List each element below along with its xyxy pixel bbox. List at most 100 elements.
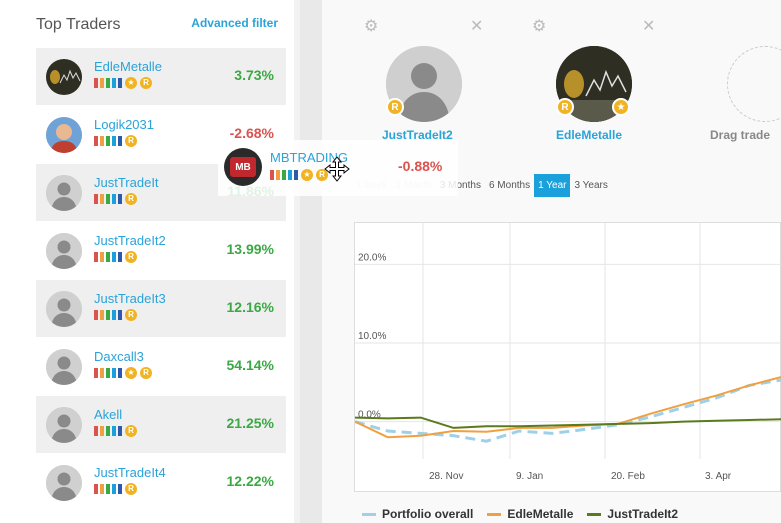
slot1-settings-gear-icon[interactable]: ⚙ [364, 16, 378, 36]
badge-bar [118, 78, 122, 88]
badge-bar [94, 78, 98, 88]
rating-badge-icon: R [125, 135, 137, 147]
trader-name[interactable]: JustTradeIt [94, 175, 159, 190]
badge-bar [100, 426, 104, 436]
badge-bar [118, 194, 122, 204]
trader-avatar[interactable] [46, 349, 82, 385]
star-badge-icon: ★ [125, 367, 137, 379]
trader-avatar[interactable] [46, 175, 82, 211]
trader-return-pct: 13.99% [226, 241, 274, 257]
rating-badge-icon: R [140, 77, 152, 89]
trader-avatar[interactable] [46, 465, 82, 501]
top-traders-panel: Top Traders Advanced filter EdleMetalle ★… [0, 0, 294, 523]
dragged-trader-pct: -0.88% [398, 158, 443, 174]
badge-bar [94, 136, 98, 146]
badge-bar [100, 368, 104, 378]
badge-bar [106, 310, 110, 320]
badge-bar [118, 252, 122, 262]
series-line [354, 376, 781, 439]
trader-name[interactable]: JustTradeIt2 [94, 233, 166, 248]
badge-bar [270, 170, 274, 180]
trader-row[interactable]: JustTradeIt4 R 12.22% [36, 454, 286, 511]
trader-badges: R [94, 251, 137, 263]
legend-label: EdleMetalle [507, 507, 574, 521]
top-traders-header: Top Traders Advanced filter [36, 14, 286, 36]
app-root: Top Traders Advanced filter EdleMetalle ★… [0, 0, 781, 523]
x-tick-label: 28. Nov [429, 471, 463, 482]
badge-bar [112, 310, 116, 320]
legend-swatch [487, 513, 502, 517]
range-option[interactable]: 1 Year [534, 173, 571, 197]
trader-badges: ★ R [94, 367, 152, 379]
slot2-star-badge-icon: ★ [612, 98, 630, 116]
trader-name[interactable]: JustTradeIt3 [94, 291, 166, 306]
trader-avatar[interactable] [46, 233, 82, 269]
star-badge-icon: ★ [125, 77, 137, 89]
trader-name[interactable]: EdleMetalle [94, 59, 162, 74]
badge-bar [106, 194, 110, 204]
badge-bar [100, 194, 104, 204]
star-badge-icon: ★ [301, 169, 313, 181]
badge-bar [118, 310, 122, 320]
badge-bar [106, 136, 110, 146]
rating-badge-icon: R [125, 483, 137, 495]
badge-bar [112, 78, 116, 88]
slot2-close-icon[interactable]: ✕ [642, 16, 655, 36]
performance-chart: 20.0% 10.0% 0.0% 28. Nov 9. Jan 20. Feb 3. Apr [354, 222, 781, 492]
trader-row[interactable]: JustTradeIt3 R 12.16% [36, 280, 286, 337]
rating-badge-icon: R [125, 251, 137, 263]
legend-label: Portfolio overall [382, 507, 474, 521]
badge-bar [106, 252, 110, 262]
legend-item[interactable]: EdleMetalle [487, 507, 573, 521]
trader-row[interactable]: JustTradeIt2 R 13.99% [36, 222, 286, 279]
trader-badges: R [94, 135, 137, 147]
badge-bar [94, 426, 98, 436]
legend-item[interactable]: JustTradeIt2 [587, 507, 678, 521]
trader-badges: R [94, 483, 137, 495]
person-silhouette-icon [46, 233, 82, 269]
trader-name[interactable]: Daxcall3 [94, 349, 144, 364]
dragged-badges: ★ R [270, 169, 328, 181]
badge-bar [112, 368, 116, 378]
badge-bar [112, 252, 116, 262]
trader-badges: ★ R [94, 77, 152, 89]
advanced-filter-link[interactable]: Advanced filter [191, 16, 278, 30]
trader-row[interactable]: Akell R 21.25% [36, 396, 286, 453]
range-option[interactable]: 6 Months [485, 174, 534, 197]
badge-bar [294, 170, 298, 180]
slot1-close-icon[interactable]: ✕ [470, 16, 483, 36]
trader-avatar[interactable] [46, 407, 82, 443]
trader-return-pct: -2.68% [229, 125, 274, 141]
badge-bar [94, 310, 98, 320]
trader-avatar[interactable] [46, 291, 82, 327]
comparison-panel: ⚙ ✕ ⚙ ✕ R JustTradeIt2 R ★ EdleMetalle D… [322, 0, 781, 523]
badge-bar [100, 136, 104, 146]
trader-badges: R [94, 425, 137, 437]
trader-name[interactable]: Logik2031 [94, 117, 154, 132]
range-option[interactable]: 3 Years [570, 174, 611, 197]
badge-bar [118, 426, 122, 436]
badge-bar [100, 310, 104, 320]
person-photo-icon [46, 117, 82, 153]
legend-item[interactable]: Portfolio overall [362, 507, 473, 521]
person-silhouette-icon [46, 291, 82, 327]
person-silhouette-icon [46, 175, 82, 211]
trader-row[interactable]: Daxcall3 ★ R 54.14% [36, 338, 286, 395]
badge-bar [100, 484, 104, 494]
badge-bar [112, 426, 116, 436]
trader-row[interactable]: EdleMetalle ★ R 3.73% [36, 48, 286, 105]
trader-avatar[interactable] [46, 117, 82, 153]
trader-name[interactable]: Akell [94, 407, 122, 422]
empty-drop-slot[interactable] [727, 46, 781, 122]
trader-name[interactable]: JustTradeIt4 [94, 465, 166, 480]
badge-bar [118, 484, 122, 494]
slot2-trader-name[interactable]: EdleMetalle [556, 128, 622, 142]
badge-bar [94, 484, 98, 494]
panel-title: Top Traders [36, 16, 121, 33]
trader-return-pct: 54.14% [226, 357, 274, 373]
trader-avatar[interactable] [46, 59, 82, 95]
slot2-settings-gear-icon[interactable]: ⚙ [532, 16, 546, 36]
legend-swatch [362, 513, 376, 517]
slot2-rating-badge-icon: R [556, 98, 574, 116]
panel-divider [300, 0, 322, 523]
